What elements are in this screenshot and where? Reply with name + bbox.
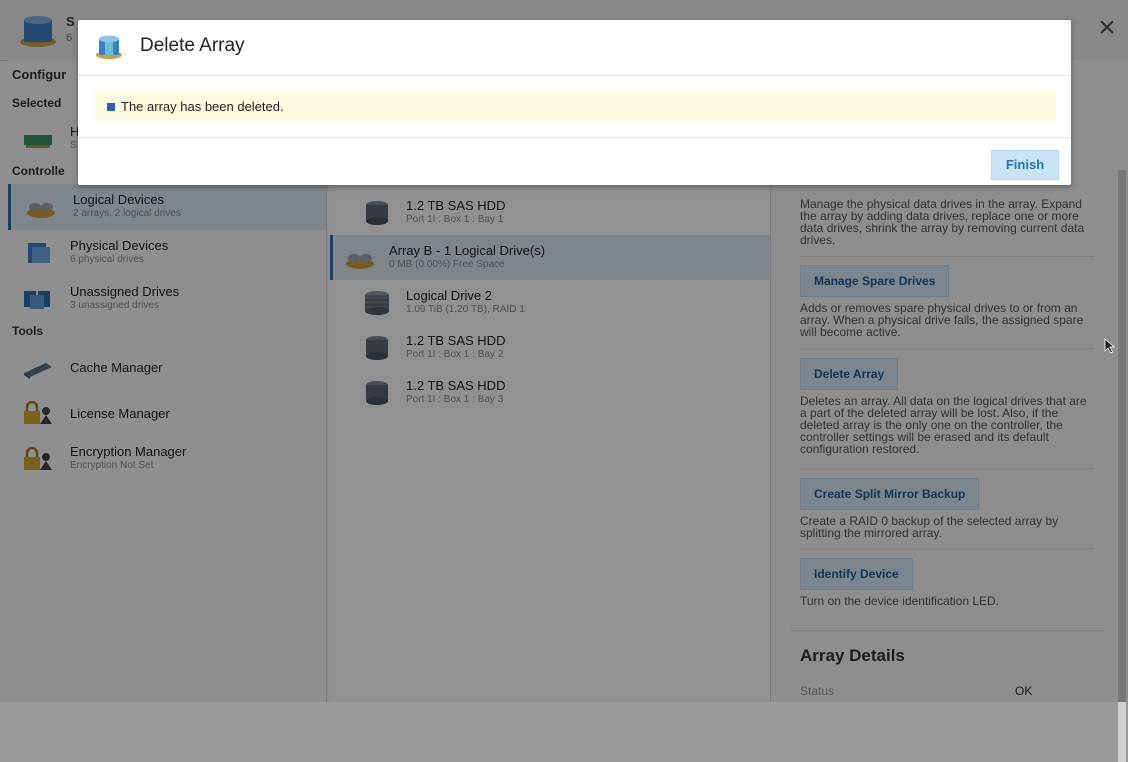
dialog-title: Delete Array xyxy=(140,35,245,56)
delete-array-dialog: Delete Array The array has been deleted.… xyxy=(78,20,1071,185)
info-square-icon xyxy=(107,103,115,111)
status-message: The array has been deleted. xyxy=(95,90,1055,122)
finish-button[interactable]: Finish xyxy=(991,150,1059,180)
dialog-footer-divider xyxy=(78,137,1071,138)
mouse-cursor-icon xyxy=(1104,338,1116,354)
status-message-text: The array has been deleted. xyxy=(121,99,284,114)
array-icon xyxy=(96,35,122,59)
dialog-header: Delete Array xyxy=(78,20,1071,76)
